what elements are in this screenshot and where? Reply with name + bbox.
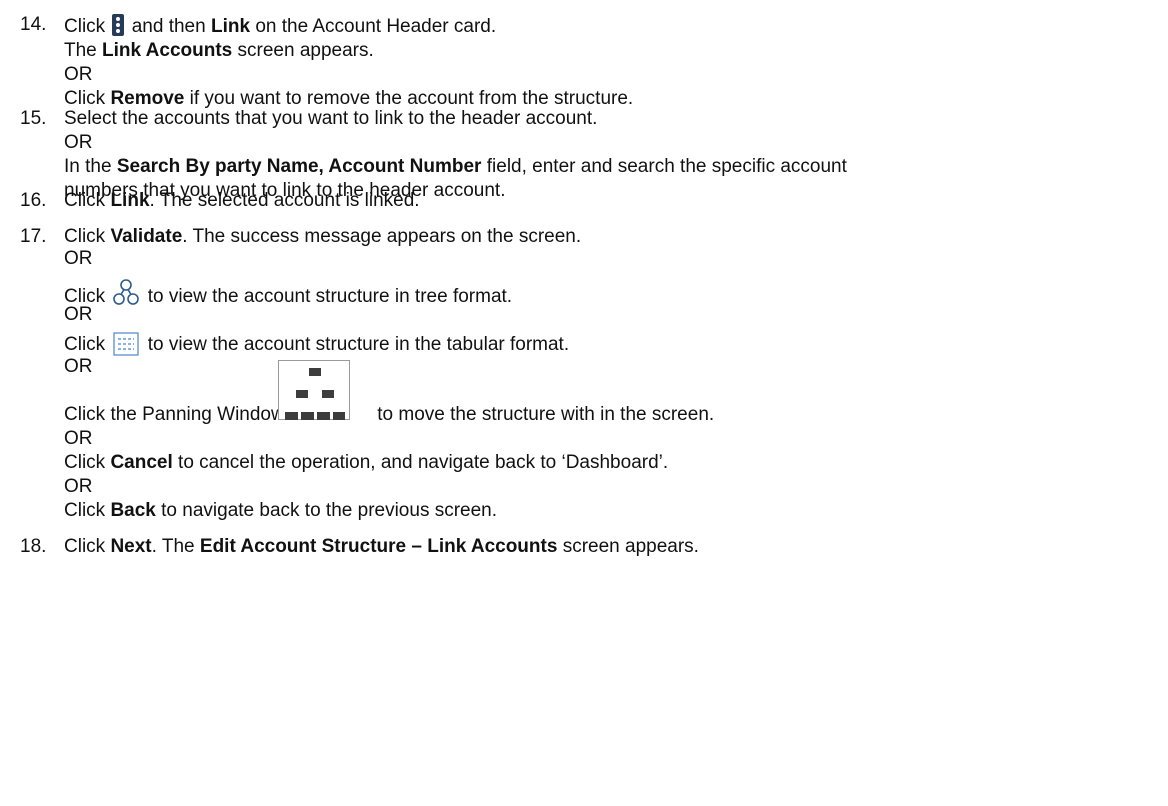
step-line: OR	[64, 356, 93, 377]
step-line: OR	[64, 64, 93, 85]
panning-window-icon[interactable]	[278, 360, 350, 420]
step-line: Click the Panning Window to move the str…	[64, 360, 714, 426]
step-line: OR	[64, 248, 93, 269]
step-line: Click and then Link on the Account Heade…	[64, 14, 497, 37]
step-line: In the Search By party Name, Account Num…	[64, 156, 847, 177]
step-line: Click to view the account structure in t…	[64, 278, 512, 308]
tree-view-icon[interactable]	[113, 278, 140, 306]
step-line: OR	[64, 304, 93, 325]
step-line: OR	[64, 476, 93, 497]
step-line: Click Validate. The success message appe…	[64, 226, 582, 247]
step-line: The Link Accounts screen appears.	[64, 40, 374, 61]
step-line: Click Link. The selected account is link…	[64, 190, 420, 211]
step-line: OR	[64, 132, 93, 153]
step-line: Select the accounts that you want to lin…	[64, 108, 598, 129]
step-line: Click Cancel to cancel the operation, an…	[64, 452, 669, 473]
step-number: 15.	[20, 108, 47, 129]
step-number: 18.	[20, 536, 47, 557]
step-number: 17.	[20, 226, 47, 247]
tabular-view-icon[interactable]	[113, 332, 140, 356]
step-number: 14.	[20, 14, 47, 35]
step-number: 16.	[20, 190, 47, 211]
step-line: OR	[64, 428, 93, 449]
step-line: Click to view the account structure in t…	[64, 332, 570, 356]
step-line: Click Next. The Edit Account Structure –…	[64, 536, 699, 557]
kebab-menu-icon[interactable]	[112, 14, 125, 36]
step-line: Click Remove if you want to remove the a…	[64, 88, 634, 109]
step-line: Click Back to navigate back to the previ…	[64, 500, 498, 521]
